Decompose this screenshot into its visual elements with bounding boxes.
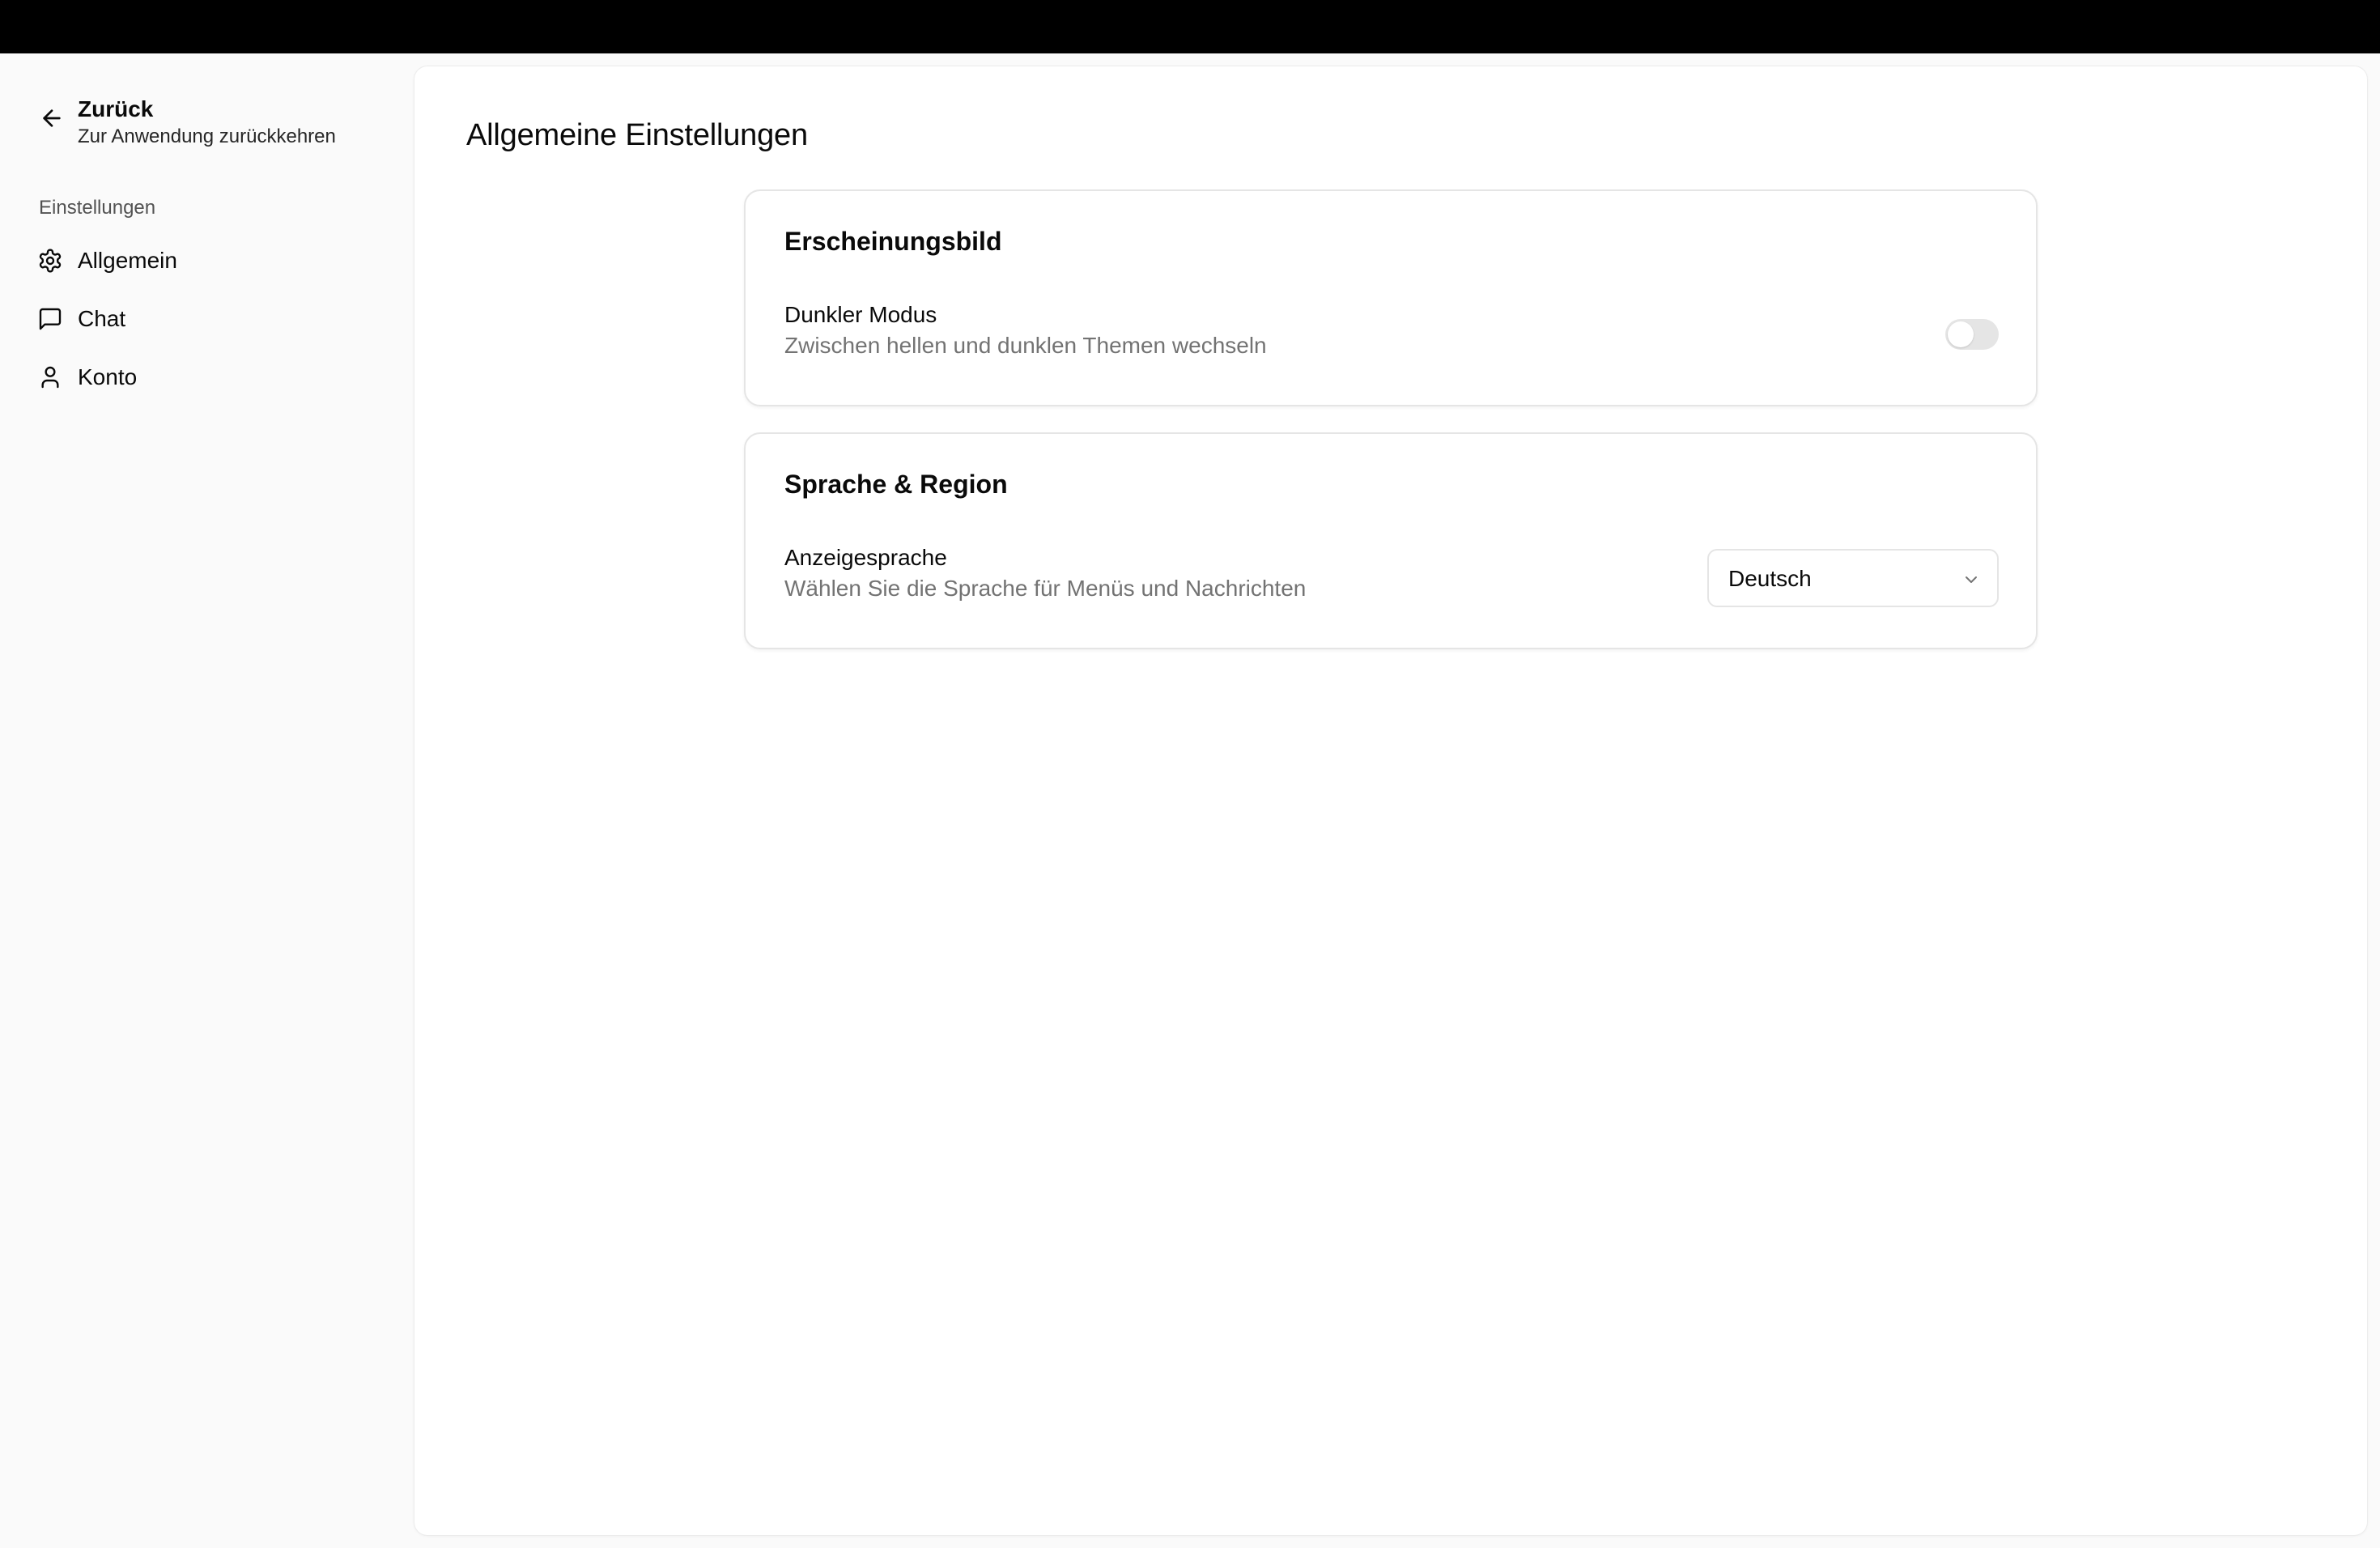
back-title: Zurück	[78, 96, 154, 121]
sidebar-item-allgemein[interactable]: Allgemein	[26, 235, 389, 287]
top-bar	[0, 0, 2380, 53]
sidebar-item-label: Chat	[78, 306, 126, 331]
card-title: Erscheinungsbild	[784, 227, 1002, 256]
language-select-value: Deutsch	[1728, 566, 1812, 591]
sidebar-item-label: Allgemein	[78, 248, 177, 273]
dark-mode-description: Zwischen hellen und dunklen Themen wechs…	[784, 333, 1267, 358]
settings-main-panel: Allgemeine Einstellungen Erscheinungsbil…	[414, 66, 2367, 1535]
page-title: Allgemeine Einstellungen	[466, 118, 808, 153]
display-language-description: Wählen Sie die Sprache für Menüs und Nac…	[784, 576, 1307, 601]
back-subtitle: Zur Anwendung zurückkehren	[78, 125, 336, 147]
back-button[interactable]: Zurück Zur Anwendung zurückkehren	[26, 94, 398, 159]
toggle-knob	[1948, 321, 1974, 347]
card-title: Sprache & Region	[784, 470, 1008, 499]
user-icon	[41, 366, 59, 389]
appearance-card: Erscheinungsbild Dunkler Modus Zwischen …	[744, 189, 2038, 406]
settings-sidebar: Zurück Zur Anwendung zurückkehren Einste…	[0, 53, 414, 1548]
chevron-down-icon	[1966, 576, 1977, 583]
dark-mode-label: Dunkler Modus	[784, 302, 937, 327]
display-language-label: Anzeigesprache	[784, 545, 947, 570]
sidebar-item-chat[interactable]: Chat	[26, 293, 389, 345]
sidebar-item-konto[interactable]: Konto	[26, 351, 389, 403]
sidebar-item-label: Konto	[78, 364, 138, 389]
gear-icon	[39, 249, 62, 273]
message-square-icon	[39, 308, 62, 330]
language-select[interactable]: Deutsch	[1707, 549, 1999, 607]
dark-mode-toggle[interactable]	[1945, 319, 1999, 350]
language-region-card: Sprache & Region Anzeigesprache Wählen S…	[744, 432, 2038, 649]
arrow-left-icon	[43, 109, 61, 127]
sidebar-section-label: Einstellungen	[39, 197, 156, 219]
